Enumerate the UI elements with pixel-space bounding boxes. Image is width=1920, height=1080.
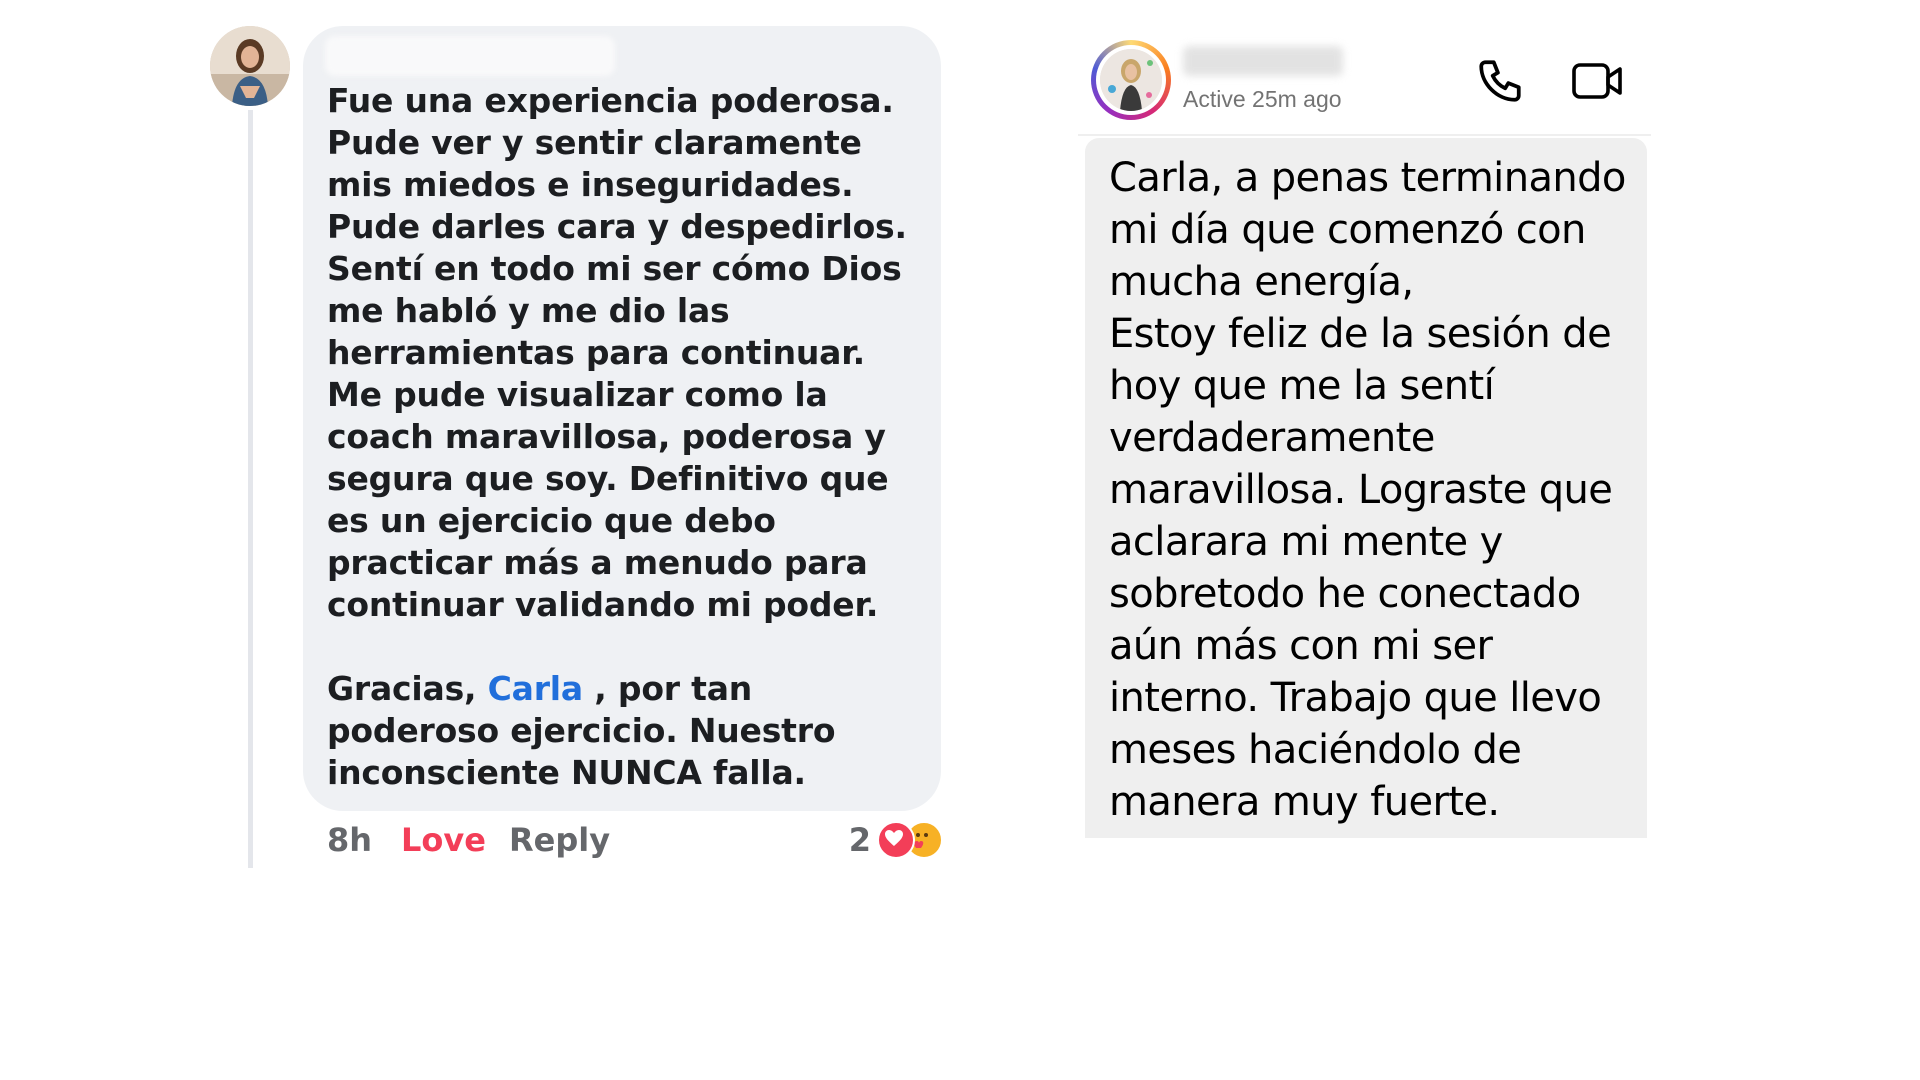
message-paragraph: Estoy feliz de la sesión de hoy que me l…	[1109, 311, 1613, 825]
mention-link[interactable]: Carla	[488, 669, 584, 708]
reaction-summary[interactable]: 2	[849, 818, 943, 862]
thread-line	[248, 110, 253, 868]
comment-actions: 8h Love Reply 2	[327, 818, 947, 862]
video-camera-icon[interactable]	[1570, 56, 1626, 106]
blurred-commenter-name	[325, 36, 615, 76]
reaction-count: 2	[848, 821, 871, 859]
comment-bubble: Fue una experiencia poderosa. Pude ver y…	[303, 26, 941, 811]
dm-header: Active 25m ago	[1085, 36, 1655, 136]
comment-thanks-paragraph: Gracias, Carla , por tan poderoso ejerci…	[327, 668, 927, 794]
reply-button[interactable]: Reply	[509, 818, 610, 862]
comment-text: Fue una experiencia poderosa. Pude ver y…	[327, 80, 927, 794]
contact-avatar[interactable]	[1091, 40, 1171, 120]
message-bubble: Carla, a penas terminando mi día que com…	[1085, 138, 1647, 838]
heart-reaction-icon	[877, 821, 915, 859]
crop-edge	[1085, 838, 1647, 868]
comment-paragraph: Fue una experiencia poderosa. Pude ver y…	[327, 81, 907, 624]
phone-icon[interactable]	[1475, 56, 1525, 106]
comment-timestamp[interactable]: 8h	[327, 818, 372, 862]
message-text: Carla, a penas terminando mi día que com…	[1109, 152, 1639, 828]
active-status: Active 25m ago	[1183, 86, 1342, 112]
blurred-contact-name	[1183, 46, 1343, 76]
header-divider	[1078, 134, 1651, 136]
love-button[interactable]: Love	[401, 818, 486, 862]
thanks-prefix: Gracias,	[327, 669, 488, 708]
testimonials-collage: Fue una experiencia poderosa. Pude ver y…	[0, 0, 1920, 1080]
commenter-avatar[interactable]	[210, 26, 290, 106]
message-paragraph: Carla, a penas terminando mi día que com…	[1109, 155, 1626, 305]
